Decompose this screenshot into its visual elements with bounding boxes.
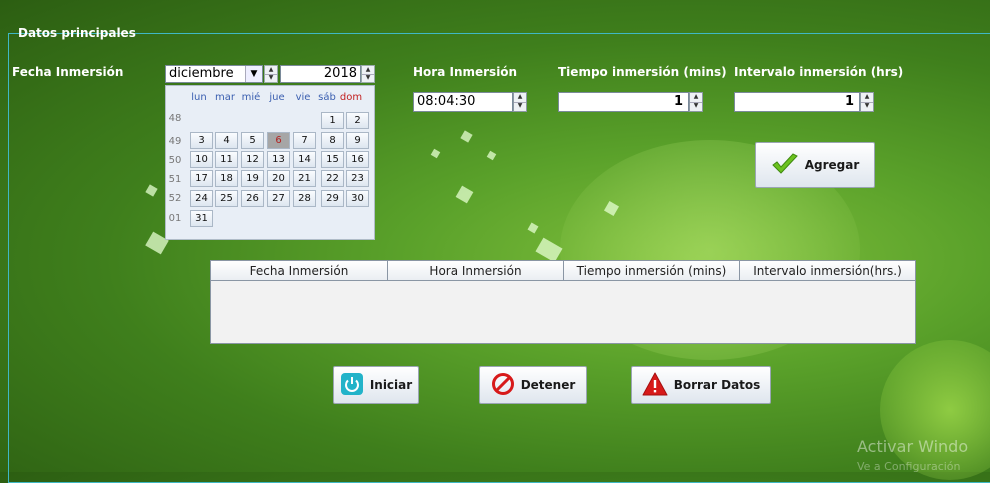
calendar-day[interactable]: 16 (346, 151, 369, 168)
weekday-header: dom (339, 92, 363, 103)
hora-label: Hora Inmersión (413, 65, 518, 79)
calendar-day[interactable]: 19 (241, 170, 264, 187)
spin-down-icon[interactable]: ▼ (362, 74, 374, 82)
calendar-day[interactable]: 2 (346, 112, 369, 129)
power-icon (340, 372, 364, 399)
calendar-day[interactable]: 18 (215, 170, 238, 187)
weekday-header: vie (295, 92, 311, 103)
detener-label: Detener (520, 378, 576, 392)
agregar-button[interactable]: Agregar (755, 142, 875, 188)
weekday-header: mié (241, 92, 261, 103)
calendar-grid: lun mar mié jue vie sáb dom 48 49 50 51 … (165, 85, 375, 240)
calendar-day[interactable]: 26 (241, 190, 264, 207)
table-header[interactable]: Hora Inmersión (388, 261, 564, 281)
table-header[interactable]: Tiempo inmersión (mins) (564, 261, 740, 281)
tiempo-input[interactable]: 1 (558, 92, 689, 112)
weekday-header: mar (215, 92, 235, 103)
calendar-day[interactable]: 8 (321, 132, 344, 149)
warning-icon (642, 372, 668, 399)
spin-down-icon[interactable]: ▼ (514, 102, 526, 111)
detener-button[interactable]: Detener (479, 366, 587, 404)
fecha-label: Fecha Inmersión (12, 65, 124, 79)
calendar-day[interactable]: 21 (293, 170, 316, 187)
calendar-day[interactable]: 11 (215, 151, 238, 168)
calendar-day[interactable]: 9 (346, 132, 369, 149)
intervalo-input[interactable]: 1 (734, 92, 860, 112)
calendar-day[interactable]: 1 (321, 112, 344, 129)
calendar-day[interactable]: 23 (346, 170, 369, 187)
week-number: 49 (168, 136, 182, 147)
agregar-label: Agregar (804, 158, 860, 172)
checkmark-icon (771, 152, 799, 178)
calendar-day[interactable]: 24 (190, 190, 213, 207)
calendar-day[interactable]: 14 (293, 151, 316, 168)
calendar-day[interactable]: 30 (346, 190, 369, 207)
spin-down-icon[interactable]: ▼ (690, 102, 702, 111)
intervalo-label: Intervalo inmersión (hrs) (734, 65, 904, 79)
calendar-day[interactable]: 27 (267, 190, 290, 207)
calendar-day[interactable]: 4 (215, 132, 238, 149)
calendar-day[interactable]: 22 (321, 170, 344, 187)
calendar-day[interactable]: 5 (241, 132, 264, 149)
week-number: 48 (168, 113, 182, 124)
month-select[interactable]: diciembre ▼ (165, 65, 263, 83)
spin-down-icon[interactable]: ▼ (861, 102, 873, 111)
iniciar-button[interactable]: Iniciar (333, 366, 419, 404)
weekday-header: jue (269, 92, 285, 103)
calendar-day[interactable]: 15 (321, 151, 344, 168)
year-field[interactable]: 2018 (280, 65, 361, 83)
week-number: 01 (168, 213, 182, 224)
calendar-day[interactable]: 25 (215, 190, 238, 207)
calendar-day[interactable]: 28 (293, 190, 316, 207)
calendar-day-selected[interactable]: 6 (267, 132, 290, 149)
intervalo-spinner[interactable]: ▲ ▼ (860, 92, 874, 112)
calendar-day[interactable]: 29 (321, 190, 344, 207)
weekday-header: lun (191, 92, 207, 103)
chevron-down-icon[interactable]: ▼ (245, 66, 262, 82)
table-header[interactable]: Fecha Inmersión (211, 261, 388, 281)
month-value: diciembre (169, 66, 234, 81)
tiempo-label: Tiempo inmersión (mins) (558, 65, 727, 79)
calendar-day[interactable]: 7 (293, 132, 316, 149)
calendar-day[interactable]: 17 (190, 170, 213, 187)
tiempo-spinner[interactable]: ▲ ▼ (689, 92, 703, 112)
weekday-header: sáb (318, 92, 336, 103)
date-picker: diciembre ▼ ▲ ▼ 2018 ▲ ▼ lun mar mié jue… (165, 65, 375, 240)
borrar-label: Borrar Datos (673, 378, 761, 392)
calendar-day[interactable]: 3 (190, 132, 213, 149)
calendar-day[interactable]: 13 (267, 151, 290, 168)
table-header[interactable]: Intervalo inmersión(hrs.) (740, 261, 915, 281)
calendar-day[interactable]: 12 (241, 151, 264, 168)
group-title: Datos principales (18, 26, 136, 40)
year-spinner[interactable]: ▲ ▼ (361, 65, 375, 83)
borrar-datos-button[interactable]: Borrar Datos (631, 366, 771, 404)
activation-watermark-subtext: Ve a Configuración (857, 460, 961, 473)
hora-spinner[interactable]: ▲ ▼ (513, 92, 527, 112)
iniciar-label: Iniciar (369, 378, 413, 392)
week-number: 52 (168, 193, 182, 204)
activation-watermark: Activar Windo (857, 437, 969, 456)
month-spinner[interactable]: ▲ ▼ (264, 65, 278, 83)
spin-down-icon[interactable]: ▼ (265, 74, 277, 82)
calendar-day[interactable]: 10 (190, 151, 213, 168)
hora-input[interactable]: 08:04:30 (413, 92, 513, 112)
calendar-day[interactable]: 20 (267, 170, 290, 187)
week-number: 51 (168, 174, 182, 185)
calendar-day[interactable]: 31 (190, 210, 213, 227)
inmersion-table: Fecha Inmersión Hora Inmersión Tiempo in… (210, 260, 916, 344)
stop-icon (491, 372, 515, 399)
week-number: 50 (168, 155, 182, 166)
